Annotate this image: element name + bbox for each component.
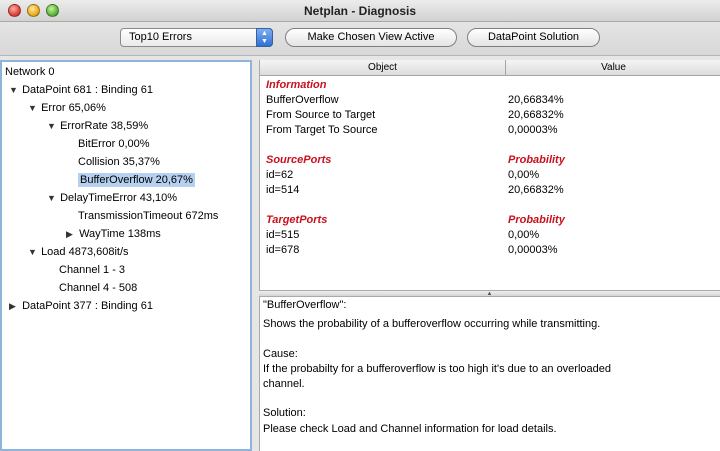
disclosure-open-icon[interactable]: ▼ bbox=[28, 99, 38, 117]
disclosure-closed-icon[interactable]: ▶ bbox=[9, 297, 19, 315]
tree-node-label: BufferOverflow 20,67% bbox=[78, 173, 195, 187]
table-cell-value: 20,66834% bbox=[508, 94, 564, 106]
table-cell-object: From Target To Source bbox=[266, 124, 378, 136]
tree-node-label: DataPoint 681 : Binding 61 bbox=[22, 84, 153, 96]
disclosure-open-icon[interactable]: ▼ bbox=[47, 189, 57, 207]
make-view-active-button[interactable]: Make Chosen View Active bbox=[285, 28, 457, 47]
column-header-value[interactable]: Value bbox=[506, 60, 720, 76]
tree-node-transmission-timeout[interactable]: TransmissionTimeout 672ms bbox=[78, 207, 218, 225]
section-information: Information bbox=[266, 79, 327, 91]
network-tree[interactable]: Network 0 ▼ DataPoint 681 : Binding 61 ▼… bbox=[0, 60, 252, 451]
tree-node-datapoint-377[interactable]: ▶ DataPoint 377 : Binding 61 bbox=[9, 297, 153, 315]
view-select[interactable]: Top10 Errors ▲ ▼ bbox=[120, 28, 273, 47]
tree-node-channel-2[interactable]: Channel 4 - 508 bbox=[59, 279, 137, 297]
tree-node-label: ErrorRate 38,59% bbox=[60, 120, 149, 132]
tree-node-label: WayTime 138ms bbox=[79, 228, 161, 240]
table-cell-object: id=678 bbox=[266, 244, 300, 256]
description-line: If the probabilty for a bufferoverflow i… bbox=[263, 363, 611, 375]
section-source-ports: SourcePorts bbox=[266, 154, 332, 166]
disclosure-open-icon[interactable]: ▼ bbox=[9, 81, 19, 99]
column-header-object[interactable]: Object bbox=[260, 60, 506, 76]
description-line: Solution: bbox=[263, 407, 306, 419]
window-title: Netplan - Diagnosis bbox=[303, 4, 416, 18]
table-cell-value: 0,00% bbox=[508, 229, 540, 241]
tree-node-error[interactable]: ▼ Error 65,06% bbox=[28, 99, 106, 117]
datapoint-solution-button[interactable]: DataPoint Solution bbox=[467, 28, 600, 47]
tree-node-label: Channel 1 - 3 bbox=[59, 264, 126, 276]
table-cell-object: BufferOverflow bbox=[266, 94, 339, 106]
table-cell-value: 0,00003% bbox=[508, 124, 558, 136]
tree-node-label: Load 4873,608it/s bbox=[41, 246, 129, 258]
description-line: Cause: bbox=[263, 348, 298, 360]
disclosure-closed-icon[interactable]: ▶ bbox=[66, 225, 76, 243]
tree-node-delay-time-error[interactable]: ▼ DelayTimeError 43,10% bbox=[47, 189, 177, 207]
tree-node-label: TransmissionTimeout 672ms bbox=[78, 210, 219, 222]
tree-node-label: Collision 35,37% bbox=[78, 156, 160, 168]
title-bar: Netplan - Diagnosis bbox=[0, 0, 720, 22]
tree-node-collision[interactable]: Collision 35,37% bbox=[78, 153, 160, 171]
section-probability: Probability bbox=[508, 154, 565, 166]
table-cell-object: From Source to Target bbox=[266, 109, 376, 121]
view-select-value: Top10 Errors bbox=[129, 31, 192, 43]
description-pane[interactable]: "BufferOverflow": Shows the probability … bbox=[259, 297, 720, 451]
tree-node-label: Channel 4 - 508 bbox=[59, 282, 138, 294]
tree-node-network[interactable]: Network 0 bbox=[5, 63, 55, 81]
tree-node-buffer-overflow[interactable]: BufferOverflow 20,67% bbox=[78, 171, 195, 189]
split-view-handle[interactable]: ▲ bbox=[259, 290, 720, 297]
description-line: channel. bbox=[263, 378, 305, 390]
disclosure-open-icon[interactable]: ▼ bbox=[28, 243, 38, 261]
tree-node-label: Network 0 bbox=[5, 66, 55, 78]
tree-node-way-time[interactable]: ▶ WayTime 138ms bbox=[66, 225, 161, 243]
table-cell-value: 20,66832% bbox=[508, 109, 564, 121]
tree-node-datapoint-681[interactable]: ▼ DataPoint 681 : Binding 61 bbox=[9, 81, 153, 99]
section-probability: Probability bbox=[508, 214, 565, 226]
table-cell-object: id=515 bbox=[266, 229, 300, 241]
table-cell-object: id=62 bbox=[266, 169, 294, 181]
description-line: "BufferOverflow": bbox=[263, 299, 347, 311]
tree-node-error-rate[interactable]: ▼ ErrorRate 38,59% bbox=[47, 117, 148, 135]
tree-node-load[interactable]: ▼ Load 4873,608it/s bbox=[28, 243, 129, 261]
tree-node-label: DataPoint 377 : Binding 61 bbox=[22, 300, 153, 312]
diagnosis-window: Netplan - Diagnosis Top10 Errors ▲ ▼ Make… bbox=[0, 0, 720, 451]
detail-table[interactable]: Object Value Information BufferOverflow … bbox=[259, 60, 720, 290]
tree-node-label: BitError 0,00% bbox=[78, 138, 150, 150]
table-cell-object: id=514 bbox=[266, 184, 300, 196]
tree-node-label: Error 65,06% bbox=[41, 102, 106, 114]
tree-node-label: DelayTimeError 43,10% bbox=[60, 192, 178, 204]
description-line: Please check Load and Channel informatio… bbox=[263, 423, 557, 435]
updown-arrows-icon: ▲ ▼ bbox=[256, 28, 273, 47]
toolbar: Top10 Errors ▲ ▼ Make Chosen View Active … bbox=[0, 22, 720, 56]
disclosure-open-icon[interactable]: ▼ bbox=[47, 117, 57, 135]
table-cell-value: 0,00003% bbox=[508, 244, 558, 256]
table-cell-value: 0,00% bbox=[508, 169, 540, 181]
tree-node-bit-error[interactable]: BitError 0,00% bbox=[78, 135, 150, 153]
tree-node-channel-1[interactable]: Channel 1 - 3 bbox=[59, 261, 125, 279]
section-target-ports: TargetPorts bbox=[266, 214, 328, 226]
description-line: Shows the probability of a bufferoverflo… bbox=[263, 318, 601, 330]
table-cell-value: 20,66832% bbox=[508, 184, 564, 196]
